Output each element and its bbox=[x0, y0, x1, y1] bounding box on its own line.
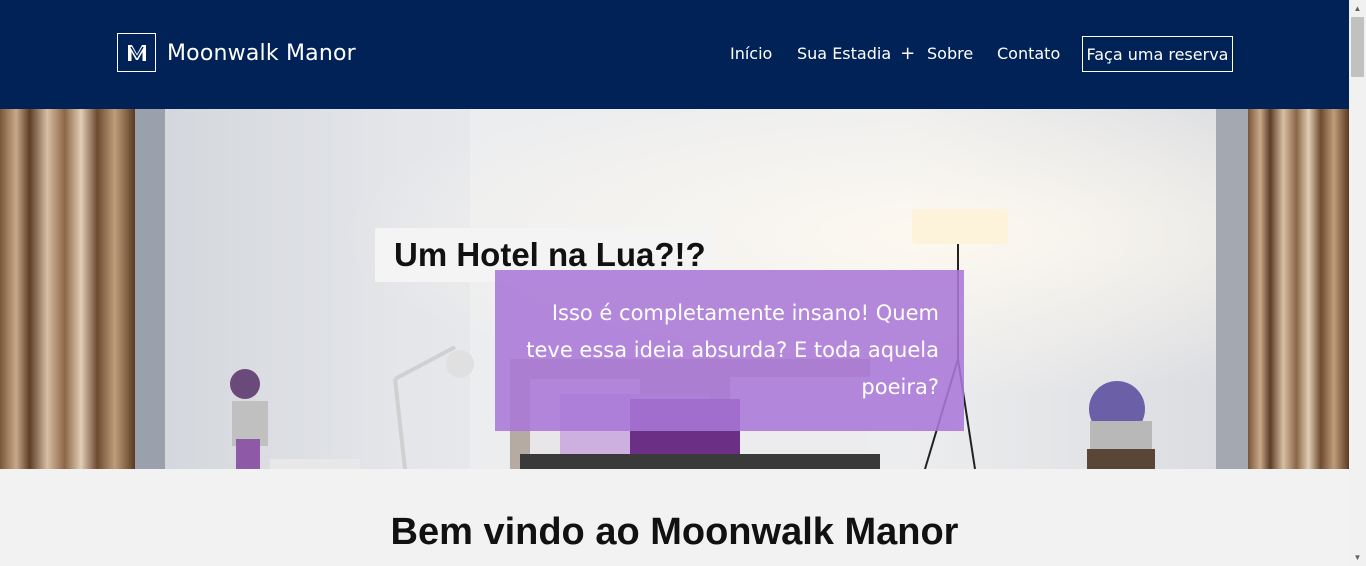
scroll-down-arrow-icon[interactable]: ▼ bbox=[1349, 549, 1366, 566]
nav-item-sobre[interactable]: Sobre bbox=[927, 36, 973, 72]
nav-item-label: Sua Estadia bbox=[797, 44, 892, 63]
reserve-button[interactable]: Faça uma reserva bbox=[1082, 36, 1233, 72]
nav-item-sua-estadia[interactable]: Sua Estadia + bbox=[797, 36, 915, 72]
scroll-up-arrow-icon[interactable]: ▲ bbox=[1349, 0, 1366, 17]
hero-subtitle: Isso é completamente insano! Quem teve e… bbox=[526, 301, 939, 399]
nav-item-inicio[interactable]: Início bbox=[730, 36, 772, 72]
welcome-heading: Bem vindo ao Moonwalk Manor bbox=[390, 511, 959, 553]
nav-item-contato[interactable]: Contato bbox=[997, 36, 1060, 72]
plus-icon: + bbox=[900, 43, 916, 64]
logo[interactable] bbox=[117, 33, 156, 72]
brand-name[interactable]: Moonwalk Manor bbox=[167, 40, 356, 68]
vertical-scrollbar[interactable]: ▲ ▼ bbox=[1349, 0, 1366, 566]
site-header: Moonwalk Manor Início Sua Estadia + Sobre… bbox=[0, 0, 1349, 109]
moonwalk-m-logo-icon bbox=[127, 44, 146, 61]
page: Moonwalk Manor Início Sua Estadia + Sobre… bbox=[0, 0, 1349, 566]
scrollbar-thumb[interactable] bbox=[1351, 17, 1364, 77]
